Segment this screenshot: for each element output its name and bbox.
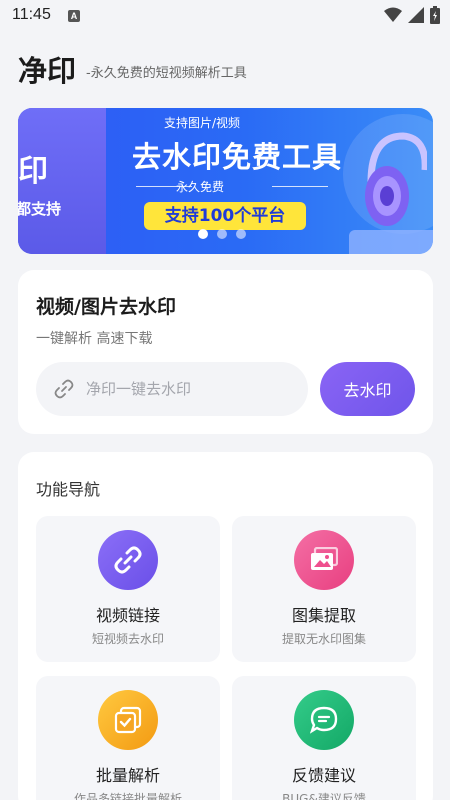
batch-icon: [114, 706, 142, 734]
status-bar: 11:45 A: [0, 0, 450, 32]
banner-peek-text: 印: [18, 154, 48, 189]
banner-pagination[interactable]: [198, 229, 246, 239]
feature-video-link[interactable]: 视频链接 短视频去水印: [36, 516, 220, 662]
app-subtitle: -永久免费的短视频解析工具: [86, 66, 247, 81]
feature-desc: 短视频去水印: [91, 632, 164, 646]
app-title: 净印: [18, 54, 77, 88]
feature-desc: BUG&建议反馈: [282, 792, 366, 800]
feature-nav-title: 功能导航: [36, 480, 101, 499]
signal-icon: [408, 7, 424, 23]
feature-icon-bg: [294, 530, 354, 590]
feature-icon-bg: [98, 530, 158, 590]
feature-desc: 作品多链接批量解析: [73, 792, 182, 800]
feature-name: 批量解析: [95, 766, 160, 785]
feature-icon-bg: [98, 690, 158, 750]
sim-indicator-icon: A: [68, 10, 80, 22]
card-subtitle: 一键解析 高速下载: [36, 331, 153, 347]
banner-platform-pill: 支持100个平台: [144, 202, 306, 230]
watermark-remove-card: 视频/图片去水印 一键解析 高速下载 去水印: [18, 270, 433, 434]
feature-nav-card: 功能导航 视频链接 短视频去水印 图集提取 提取无水印图集 批量解析 作品多链接…: [18, 452, 433, 800]
banner-peek-subtext: 都支持: [18, 200, 62, 218]
remove-watermark-button[interactable]: 去水印: [320, 362, 415, 416]
banner-mid-tag: 永久免费: [176, 180, 225, 194]
banner-dot-1[interactable]: [198, 229, 208, 239]
headphone-icon: [365, 132, 427, 226]
feature-feedback[interactable]: 反馈建议 BUG&建议反馈: [232, 676, 416, 800]
chat-icon: [310, 706, 338, 734]
banner-platform-shape: [349, 230, 433, 254]
card-title: 视频/图片去水印: [36, 296, 176, 318]
status-time: 11:45: [12, 6, 51, 23]
feature-desc: 提取无水印图集: [281, 632, 366, 646]
link-icon: [54, 379, 74, 399]
feature-name: 视频链接: [95, 606, 160, 625]
feature-name: 反馈建议: [291, 766, 356, 785]
url-input[interactable]: [86, 375, 296, 403]
feature-icon-bg: [294, 690, 354, 750]
banner-top-tag: 支持图片/视频: [164, 116, 241, 130]
banner-dot-2[interactable]: [217, 229, 227, 239]
banner-dot-3[interactable]: [236, 229, 246, 239]
banner-divider-right: [272, 186, 328, 187]
link-icon: [114, 546, 142, 574]
feature-batch-parse[interactable]: 批量解析 作品多链接批量解析: [36, 676, 220, 800]
status-icons: [384, 6, 440, 24]
banner-headline: 去水印免费工具: [132, 140, 343, 174]
battery-icon: [430, 6, 440, 24]
feature-gallery-extract[interactable]: 图集提取 提取无水印图集: [232, 516, 416, 662]
image-icon: [311, 547, 338, 570]
wifi-icon: [384, 7, 402, 22]
url-input-wrapper[interactable]: [36, 362, 308, 416]
feature-name: 图集提取: [291, 606, 356, 625]
